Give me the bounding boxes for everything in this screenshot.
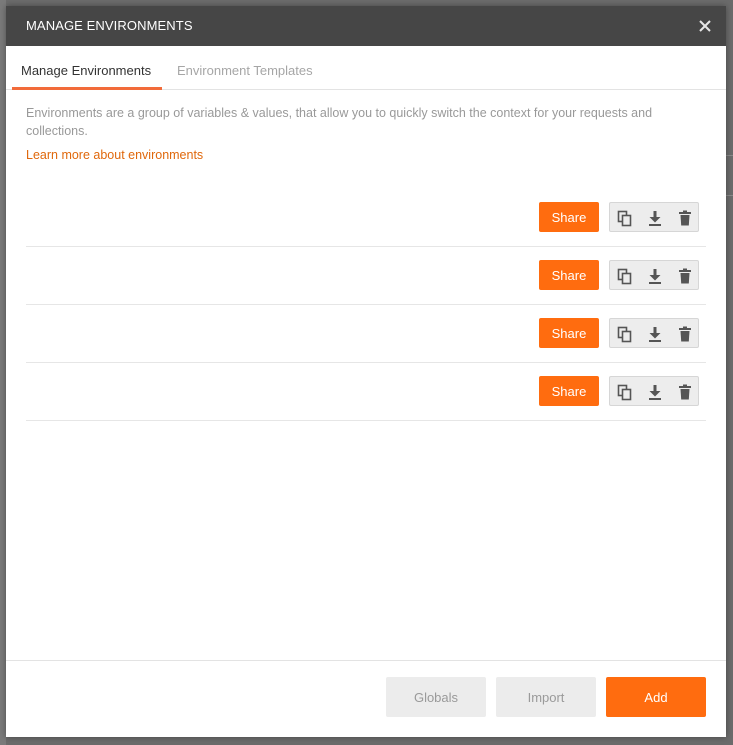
share-button[interactable]: Share xyxy=(539,260,599,290)
environment-actions xyxy=(609,318,699,348)
download-icon[interactable] xyxy=(646,383,664,401)
manage-environments-modal: MANAGE ENVIRONMENTS Manage Environments … xyxy=(6,6,726,737)
download-icon[interactable] xyxy=(646,325,664,343)
environment-actions xyxy=(609,260,699,290)
modal-title: MANAGE ENVIRONMENTS xyxy=(26,18,193,33)
duplicate-icon[interactable] xyxy=(616,209,634,227)
duplicate-icon[interactable] xyxy=(616,267,634,285)
environments-description: Environments are a group of variables & … xyxy=(26,106,653,138)
duplicate-icon[interactable] xyxy=(616,325,634,343)
trash-icon[interactable] xyxy=(676,383,694,401)
duplicate-icon[interactable] xyxy=(616,383,634,401)
environment-actions xyxy=(609,202,699,232)
tab-manage-environments[interactable]: Manage Environments xyxy=(21,63,151,78)
environment-actions xyxy=(609,376,699,406)
tab-environment-templates[interactable]: Environment Templates xyxy=(177,63,313,78)
close-icon[interactable] xyxy=(694,15,716,37)
download-icon[interactable] xyxy=(646,209,664,227)
environment-row: Share xyxy=(26,246,706,305)
import-button[interactable]: Import xyxy=(496,677,596,717)
modal-header: MANAGE ENVIRONMENTS xyxy=(6,6,726,46)
environment-row: Share xyxy=(26,304,706,363)
modal-footer: Globals Import Add xyxy=(6,660,726,738)
environment-row: Share xyxy=(26,362,706,421)
download-icon[interactable] xyxy=(646,267,664,285)
share-button[interactable]: Share xyxy=(539,376,599,406)
trash-icon[interactable] xyxy=(676,325,694,343)
trash-icon[interactable] xyxy=(676,209,694,227)
backdrop-divider xyxy=(725,195,733,196)
trash-icon[interactable] xyxy=(676,267,694,285)
learn-more-link[interactable]: Learn more about environments xyxy=(26,148,203,162)
active-tab-indicator xyxy=(12,87,162,90)
backdrop-divider xyxy=(725,155,733,156)
add-button[interactable]: Add xyxy=(606,677,706,717)
tab-bar: Manage Environments Environment Template… xyxy=(6,46,726,90)
share-button[interactable]: Share xyxy=(539,202,599,232)
environment-row: Share xyxy=(26,188,706,247)
share-button[interactable]: Share xyxy=(539,318,599,348)
globals-button[interactable]: Globals xyxy=(386,677,486,717)
